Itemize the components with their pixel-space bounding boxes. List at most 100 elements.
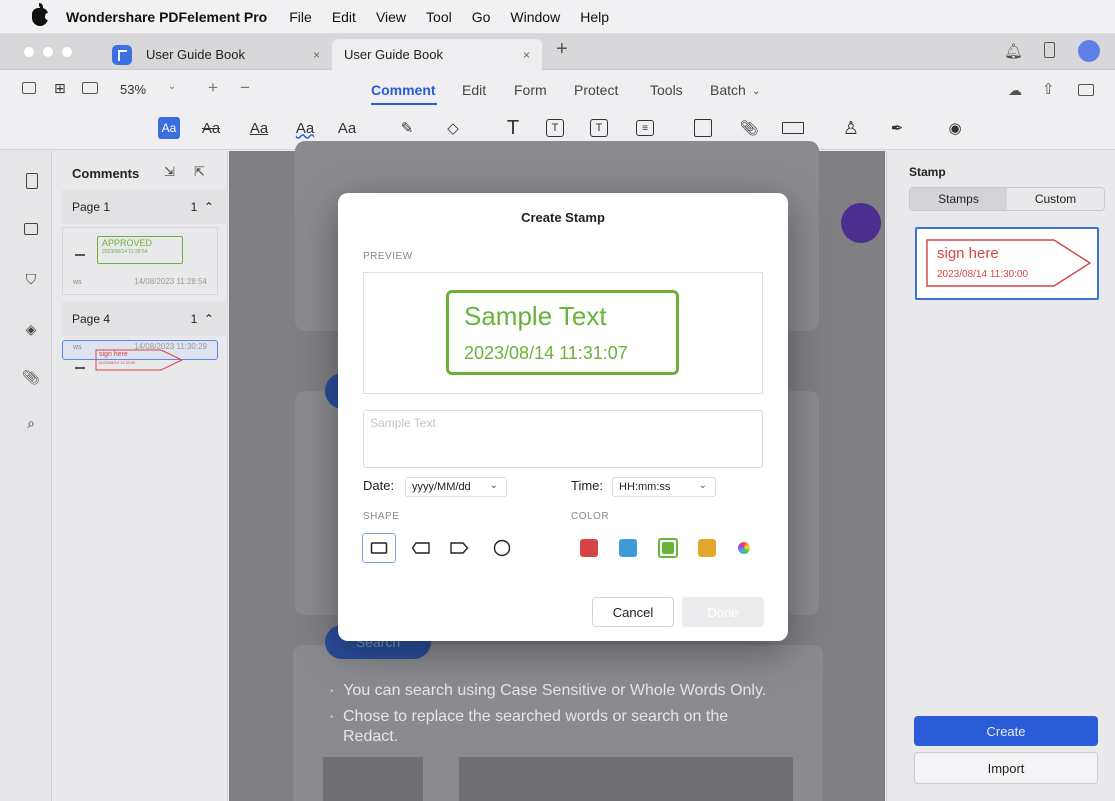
color-label: COLOR <box>571 511 610 522</box>
bell-icon[interactable]: 🔔︎ <box>1004 42 1023 60</box>
comment-item[interactable]: APPROVED 2023/08/14 11:28:54 ws 14/08/20… <box>62 227 218 295</box>
menu-view[interactable]: View <box>376 9 406 25</box>
zoom-out-icon[interactable]: − <box>240 78 250 98</box>
stamp-icon[interactable]: ♙ <box>840 117 862 139</box>
measure-icon[interactable] <box>782 122 804 134</box>
tab-user-guide-1[interactable]: User Guide Book × <box>100 39 332 70</box>
layers-icon[interactable]: ◈ <box>22 321 40 339</box>
preview-stamp: Sample Text 2023/08/14 11:31:07 <box>446 290 679 375</box>
note-icon[interactable]: ≡ <box>636 120 654 136</box>
menu-file[interactable]: File <box>289 9 312 25</box>
grid-view-icon[interactable]: ⊞ <box>54 80 66 97</box>
import-comments-icon[interactable]: ⇲ <box>164 164 175 180</box>
tab-user-guide-2[interactable]: User Guide Book × <box>332 39 542 70</box>
callout-icon[interactable]: T <box>590 119 608 137</box>
stamp-card-text: sign here <box>937 245 999 262</box>
tab-protect[interactable]: Protect <box>574 82 618 98</box>
strikethrough-icon[interactable]: Aa <box>200 117 222 139</box>
segment-stamps[interactable]: Stamps <box>910 188 1007 210</box>
color-picker-icon[interactable] <box>738 542 750 554</box>
bookmark-icon[interactable]: ⛉ <box>22 271 40 289</box>
done-button[interactable]: Done <box>682 597 764 627</box>
color-orange-swatch[interactable] <box>698 539 716 557</box>
left-rail: ⛉ ◈ 📎︎ ⌕ <box>0 151 52 801</box>
zoom-in-icon[interactable]: + <box>208 78 218 98</box>
shape-right-arrow-option[interactable] <box>442 533 476 563</box>
batch-dropdown-icon[interactable]: ⌄ <box>752 86 760 97</box>
tab-label: User Guide Book <box>146 47 245 62</box>
shape-icon[interactable] <box>694 119 712 137</box>
stamp-segment-control: Stamps Custom <box>909 187 1105 211</box>
textbox-icon[interactable]: T <box>546 119 564 137</box>
page-count: 1 ⌃ <box>190 200 214 214</box>
eye-icon[interactable]: ◉ <box>944 117 966 139</box>
highlight-icon[interactable]: Aa <box>158 117 180 139</box>
share-icon[interactable]: ⇧ <box>1042 80 1055 98</box>
stamp-card-sign-here[interactable]: sign here 2023/08/14 11:30:00 <box>915 227 1099 300</box>
page-group-4[interactable]: Page 4 1 ⌃ <box>62 302 226 336</box>
shape-circle-option[interactable] <box>485 533 519 563</box>
date-format-select[interactable]: yyyy/MM/dd ⌄ <box>405 477 507 497</box>
shape-label: SHAPE <box>363 511 400 522</box>
color-green-swatch-selected[interactable] <box>658 538 678 558</box>
squiggly-icon[interactable]: Aa <box>294 117 316 139</box>
tab-comment[interactable]: Comment <box>371 82 436 98</box>
app-name[interactable]: Wondershare PDFelement Pro <box>66 9 267 25</box>
zoom-level[interactable]: 53% <box>120 82 146 97</box>
eraser-icon[interactable]: ◇ <box>442 117 464 139</box>
close-window-button[interactable] <box>24 47 34 57</box>
underline-icon[interactable]: Aa <box>248 117 270 139</box>
minimize-window-button[interactable] <box>43 47 53 57</box>
text-icon[interactable]: T <box>502 117 524 139</box>
page-view-icon[interactable] <box>82 82 98 94</box>
new-tab-button[interactable]: + <box>556 38 568 61</box>
tab-tools[interactable]: Tools <box>650 82 683 98</box>
export-comments-icon[interactable]: ⇱ <box>194 164 205 180</box>
shape-rectangle-option[interactable] <box>362 533 396 563</box>
close-tab-icon[interactable]: × <box>313 48 320 62</box>
shape-left-arrow-option[interactable] <box>404 533 438 563</box>
signature-icon[interactable]: ✒︎ <box>886 117 908 139</box>
collapse-icon <box>75 367 85 369</box>
stamp-text-input[interactable]: Sample Text <box>363 410 763 468</box>
comment-icon[interactable] <box>24 223 38 235</box>
apple-icon[interactable] <box>32 2 50 26</box>
marker-icon[interactable]: ✎ <box>396 117 418 139</box>
attachment-icon[interactable]: 📎︎ <box>738 117 760 139</box>
comment-item-selected[interactable]: sign here 2023/08/14 11:30:00 ws 14/08/2… <box>62 340 218 371</box>
tab-edit[interactable]: Edit <box>462 82 486 98</box>
tab-batch[interactable]: Batch <box>710 82 746 98</box>
import-button[interactable]: Import <box>914 752 1098 784</box>
color-red-swatch[interactable] <box>580 539 598 557</box>
floating-ai-icon[interactable] <box>841 203 881 243</box>
caret-icon[interactable]: Aa <box>336 117 358 139</box>
sidebar-toggle-icon[interactable] <box>22 82 36 94</box>
time-format-select[interactable]: HH:mm:ss ⌄ <box>612 477 716 497</box>
menu-bar: Wondershare PDFelement Pro File Edit Vie… <box>0 0 1115 34</box>
menu-window[interactable]: Window <box>510 9 560 25</box>
avatar[interactable] <box>1078 40 1100 62</box>
menu-tool[interactable]: Tool <box>426 9 452 25</box>
zoom-window-button[interactable] <box>62 47 72 57</box>
menu-help[interactable]: Help <box>580 9 609 25</box>
doc-screenshot-thumb <box>323 757 423 801</box>
page-thumbnail-icon[interactable] <box>26 173 38 189</box>
device-icon[interactable] <box>1044 42 1055 58</box>
page-label: Page 4 <box>72 312 111 326</box>
stamp-panel-title: Stamp <box>909 165 946 179</box>
zoom-dropdown-icon[interactable]: ⌄ <box>168 81 176 92</box>
active-tab-indicator <box>371 103 437 105</box>
attachment-rail-icon[interactable]: 📎︎ <box>22 369 40 387</box>
cloud-icon[interactable]: ☁︎ <box>1008 82 1022 99</box>
right-panel-toggle-icon[interactable] <box>1078 84 1094 96</box>
close-tab-icon[interactable]: × <box>523 48 530 62</box>
menu-edit[interactable]: Edit <box>332 9 356 25</box>
page-group-1[interactable]: Page 1 1 ⌃ <box>62 190 226 224</box>
cancel-button[interactable]: Cancel <box>592 597 674 627</box>
tab-form[interactable]: Form <box>514 82 547 98</box>
menu-go[interactable]: Go <box>472 9 491 25</box>
search-icon[interactable]: ⌕ <box>22 415 40 433</box>
segment-custom[interactable]: Custom <box>1007 188 1104 210</box>
create-button[interactable]: Create <box>914 716 1098 746</box>
color-blue-swatch[interactable] <box>619 539 637 557</box>
